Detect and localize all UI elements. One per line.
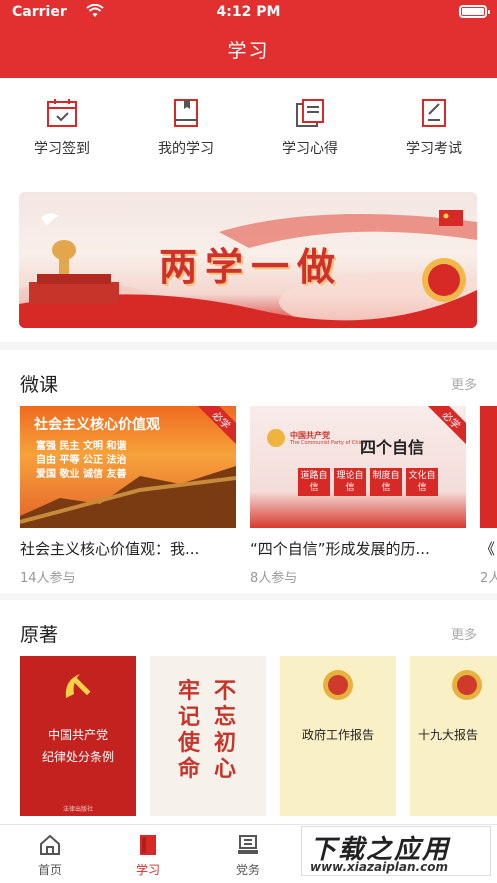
party-affairs-icon <box>238 835 258 854</box>
thumb-box: 文化自信 <box>406 468 438 496</box>
micro-section-title: 微课 <box>20 374 59 396</box>
course-participants: 14人参与 <box>20 571 76 586</box>
banner-carousel[interactable]: 两学一做 <box>19 192 477 328</box>
course-thumbnail: 社会主义核心价值观 富强 民主 文明 和谐 自由 平等 公正 法治 爱国 敬业 … <box>20 406 236 528</box>
exam-icon <box>422 99 446 127</box>
banner-pager[interactable] <box>232 318 266 322</box>
national-emblem-icon <box>452 670 482 700</box>
study-book-icon <box>140 835 156 855</box>
course-title: “四个自信”形成发展的历... <box>250 540 430 558</box>
national-emblem-icon <box>323 670 353 700</box>
thumb-box: 制度自信 <box>370 468 402 496</box>
course-participants: 2人 <box>480 571 497 586</box>
course-thumbnail: 中国共产党 The Communist Party of China 四个自信 … <box>250 406 466 528</box>
page-title: 学习 <box>227 40 270 62</box>
thumb-box: 理论自信 <box>334 468 366 496</box>
thumb-title: 四个自信 <box>360 438 425 457</box>
thumb-party-name-en: The Communist Party of China <box>290 440 367 446</box>
quick-notes-label: 学习心得 <box>282 141 338 157</box>
book-calligraphy: 牢记使命 <box>178 678 201 782</box>
quick-my-study-label: 我的学习 <box>158 141 214 157</box>
site-watermark: 下载之应用 www.xiazaiplan.com <box>301 826 491 876</box>
book-title: 政府工作报告 <box>301 728 374 742</box>
tab-study[interactable]: 学习 <box>98 833 198 878</box>
quick-my-study-button[interactable]: 我的学习 <box>124 98 248 158</box>
course-title: 《 <box>480 540 496 558</box>
tab-study-label: 学习 <box>135 863 160 877</box>
watermark-url: www.xiazaiplan.com <box>310 860 448 874</box>
originals-more-link[interactable]: 更多 <box>451 624 477 643</box>
book-title: 十九大报告 <box>418 728 479 742</box>
required-badge: 必学 <box>425 406 466 447</box>
thumb-box: 道路自信 <box>298 468 330 496</box>
course-card[interactable]: 中国共产党 The Communist Party of China 四个自信 … <box>250 406 466 586</box>
course-title: 社会主义核心价值观：我... <box>20 540 200 558</box>
battery-icon <box>459 5 490 18</box>
quick-exam-button[interactable]: 学习考试 <box>372 98 496 158</box>
app-header: Carrier 4:12 PM 学习 <box>0 0 497 78</box>
quick-signin-label: 学习签到 <box>34 141 90 157</box>
quick-notes-button[interactable]: 学习心得 <box>248 98 372 158</box>
tab-home-label: 首页 <box>37 863 62 877</box>
book-card[interactable]: 政府工作报告 <box>280 656 396 816</box>
course-participants: 8人参与 <box>250 571 298 586</box>
banner-title: 两学一做 <box>159 244 344 289</box>
book-title: 中国共产党 <box>47 728 108 742</box>
book-card[interactable]: 中国共产党 纪律处分条例 法律出版社 <box>20 656 136 816</box>
originals-section-title: 原著 <box>20 624 59 646</box>
book-publisher: 法律出版社 <box>62 806 93 813</box>
tab-party-affairs[interactable]: 党务 <box>198 833 298 878</box>
banner-section: 两学一做 <box>0 176 497 342</box>
book-title: 纪律处分条例 <box>41 750 114 764</box>
party-emblem-icon <box>267 429 285 447</box>
book-icon <box>174 99 198 127</box>
quick-actions: 学习签到 我的学习 学习心得 学习考试 <box>0 78 497 176</box>
micro-course-section: 微课 更多 社会主义核心价值观 富强 民主 文明 和谐 自由 平等 公正 法治 … <box>0 350 497 593</box>
course-thumbnail <box>480 406 497 528</box>
status-time: 4:12 PM <box>216 4 281 20</box>
course-card[interactable]: 社会主义核心价值观 富强 民主 文明 和谐 自由 平等 公正 法治 爱国 敬业 … <box>20 406 236 586</box>
micro-more-link[interactable]: 更多 <box>451 374 477 393</box>
quick-signin-button[interactable]: 学习签到 <box>0 98 124 158</box>
hammer-sickle-icon <box>65 674 91 698</box>
book-calligraphy: 不忘初心 <box>214 678 237 782</box>
book-card[interactable]: 十九大报告 <box>410 656 497 816</box>
great-wall-art <box>20 466 236 528</box>
book-card[interactable]: 不忘初心 牢记使命 <box>150 656 266 816</box>
tab-party-affairs-label: 党务 <box>235 863 260 877</box>
status-bar: Carrier 4:12 PM <box>0 0 497 26</box>
calendar-check-icon <box>47 99 77 127</box>
originals-section: 原著 更多 中国共产党 纪律处分条例 法律出版社 不忘初心 牢记使命 政府工作报… <box>0 600 497 824</box>
tab-home[interactable]: 首页 <box>0 833 100 878</box>
home-icon <box>40 834 60 855</box>
quick-exam-label: 学习考试 <box>406 141 462 157</box>
notes-icon <box>296 99 324 127</box>
course-card-partial[interactable]: 《 2人 <box>480 406 497 586</box>
